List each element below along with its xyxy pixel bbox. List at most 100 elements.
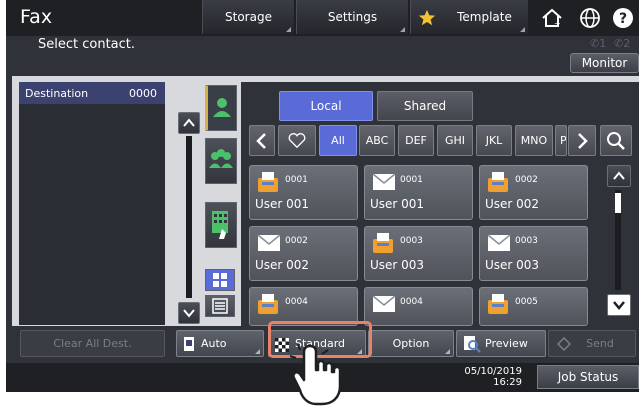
tab-storage-label: Storage bbox=[225, 10, 272, 24]
contact-card[interactable]: 0001 User 001 bbox=[249, 165, 358, 220]
preview-icon bbox=[464, 336, 481, 353]
contact-card[interactable]: 0002 User 002 bbox=[249, 226, 358, 281]
fax-icon bbox=[488, 172, 508, 192]
document-icon bbox=[184, 337, 194, 351]
contact-number: 0003 bbox=[515, 236, 538, 246]
contact-name: User 003 bbox=[370, 258, 425, 272]
destination-label: Destination bbox=[25, 86, 89, 100]
tab-keypad-entry[interactable] bbox=[205, 202, 237, 248]
contact-number: 0001 bbox=[285, 175, 308, 185]
contact-name: User 002 bbox=[485, 197, 540, 211]
dest-scroll-down-button[interactable] bbox=[178, 302, 200, 324]
contacts-scroll-track[interactable] bbox=[615, 190, 621, 290]
send-button[interactable]: Send bbox=[548, 330, 636, 357]
prompt-text: Select contact. bbox=[38, 37, 136, 52]
dest-scroll-up-button[interactable] bbox=[178, 112, 200, 134]
contacts-area: Local Shared All ABC DEF GHI JKL MNO P 0… bbox=[241, 82, 639, 326]
tab-settings-label: Settings bbox=[327, 10, 378, 24]
contact-card[interactable]: 0004 bbox=[364, 287, 473, 326]
index-p[interactable]: P bbox=[555, 125, 567, 156]
preview-button[interactable]: Preview bbox=[456, 330, 546, 357]
line-2-label: 2 bbox=[623, 37, 631, 50]
clear-all-destinations-button[interactable]: Clear All Dest. bbox=[20, 330, 165, 357]
contact-card[interactable]: 0003 User 003 bbox=[479, 226, 588, 281]
send-label: Send bbox=[586, 337, 614, 350]
grid-icon bbox=[213, 273, 227, 287]
contact-card[interactable]: 0005 bbox=[479, 287, 588, 326]
destination-header: Destination 0000 bbox=[19, 82, 165, 104]
contact-number: 0004 bbox=[285, 297, 308, 307]
index-all[interactable]: All bbox=[319, 125, 357, 156]
contacts-scroll-thumb[interactable] bbox=[615, 193, 621, 213]
contacts-scroll-down-button[interactable] bbox=[607, 294, 631, 316]
search-button[interactable] bbox=[600, 125, 632, 156]
contact-number: 0005 bbox=[515, 297, 538, 307]
job-status-button[interactable]: Job Status bbox=[537, 365, 639, 389]
index-def[interactable]: DEF bbox=[398, 125, 434, 156]
auto-color-button[interactable]: Auto bbox=[176, 330, 264, 357]
tab-settings[interactable]: Settings bbox=[296, 0, 408, 34]
top-bar: Fax Storage Settings Template + ? bbox=[6, 0, 639, 36]
line-1-indicator: ✆1 bbox=[590, 37, 607, 50]
email-icon bbox=[257, 234, 281, 251]
index-abc[interactable]: ABC bbox=[359, 125, 395, 156]
tab-local[interactable]: Local bbox=[279, 91, 373, 121]
dest-scroll-track[interactable] bbox=[186, 136, 192, 298]
tab-storage[interactable]: Storage bbox=[202, 0, 294, 34]
contact-name: User 003 bbox=[485, 258, 540, 272]
line-1-label: 1 bbox=[599, 37, 607, 50]
date-text: 05/10/2019 bbox=[464, 366, 522, 377]
index-mno[interactable]: MNO bbox=[515, 125, 553, 156]
contact-number: 0001 bbox=[400, 175, 423, 185]
option-button[interactable]: Option bbox=[368, 330, 454, 357]
time-text: 16:29 bbox=[493, 377, 522, 388]
group-icon bbox=[209, 149, 233, 168]
index-jkl[interactable]: JKL bbox=[476, 125, 512, 156]
contact-number: 0003 bbox=[400, 236, 423, 246]
contact-name: User 001 bbox=[370, 197, 425, 211]
contact-card[interactable]: 0001 User 001 bbox=[364, 165, 473, 220]
email-icon bbox=[372, 173, 396, 190]
email-icon bbox=[372, 295, 396, 312]
chevron-down-icon bbox=[613, 301, 625, 310]
svg-text:+: + bbox=[554, 19, 561, 28]
index-prev-button[interactable] bbox=[249, 125, 275, 156]
index-ghi[interactable]: GHI bbox=[437, 125, 473, 156]
chevron-up-icon bbox=[613, 171, 625, 180]
tab-groups[interactable] bbox=[205, 138, 237, 184]
contact-number: 0004 bbox=[400, 297, 423, 307]
send-icon bbox=[557, 337, 571, 351]
chevron-left-icon bbox=[256, 132, 266, 149]
heart-icon bbox=[288, 132, 306, 148]
home-icon[interactable]: + bbox=[540, 6, 564, 30]
preview-label: Preview bbox=[485, 337, 528, 350]
destination-count: 0000 bbox=[129, 86, 157, 100]
pointing-hand-icon bbox=[289, 343, 342, 406]
tab-individual-contacts[interactable] bbox=[205, 85, 237, 131]
chevron-right-icon bbox=[578, 132, 588, 149]
auto-label: Auto bbox=[201, 337, 227, 350]
contact-card[interactable]: 0002 User 002 bbox=[479, 165, 588, 220]
chevron-up-icon bbox=[183, 118, 195, 127]
contact-name: User 001 bbox=[255, 197, 310, 211]
tab-shared[interactable]: Shared bbox=[377, 91, 473, 121]
option-label: Option bbox=[392, 337, 430, 350]
tab-template-label: Template bbox=[457, 10, 512, 24]
monitor-button[interactable]: Monitor bbox=[570, 53, 639, 73]
favorites-button[interactable] bbox=[278, 125, 316, 156]
email-icon bbox=[487, 234, 511, 251]
help-icon[interactable]: ? bbox=[611, 6, 635, 30]
globe-icon[interactable] bbox=[578, 6, 602, 30]
main-panel: Destination 0000 Local Shared All ABC DE… bbox=[12, 76, 639, 326]
fax-icon bbox=[258, 294, 278, 314]
destination-list[interactable]: Destination 0000 bbox=[19, 82, 165, 325]
grid-view-button[interactable] bbox=[205, 269, 235, 291]
svg-text:?: ? bbox=[619, 11, 627, 27]
fax-icon bbox=[373, 233, 393, 253]
contact-card[interactable]: 0003 User 003 bbox=[364, 226, 473, 281]
list-view-button[interactable] bbox=[205, 295, 235, 317]
index-next-button[interactable] bbox=[568, 125, 596, 156]
contact-number: 0002 bbox=[515, 175, 538, 185]
contact-number: 0002 bbox=[285, 236, 308, 246]
contacts-scroll-up-button[interactable] bbox=[607, 165, 631, 187]
